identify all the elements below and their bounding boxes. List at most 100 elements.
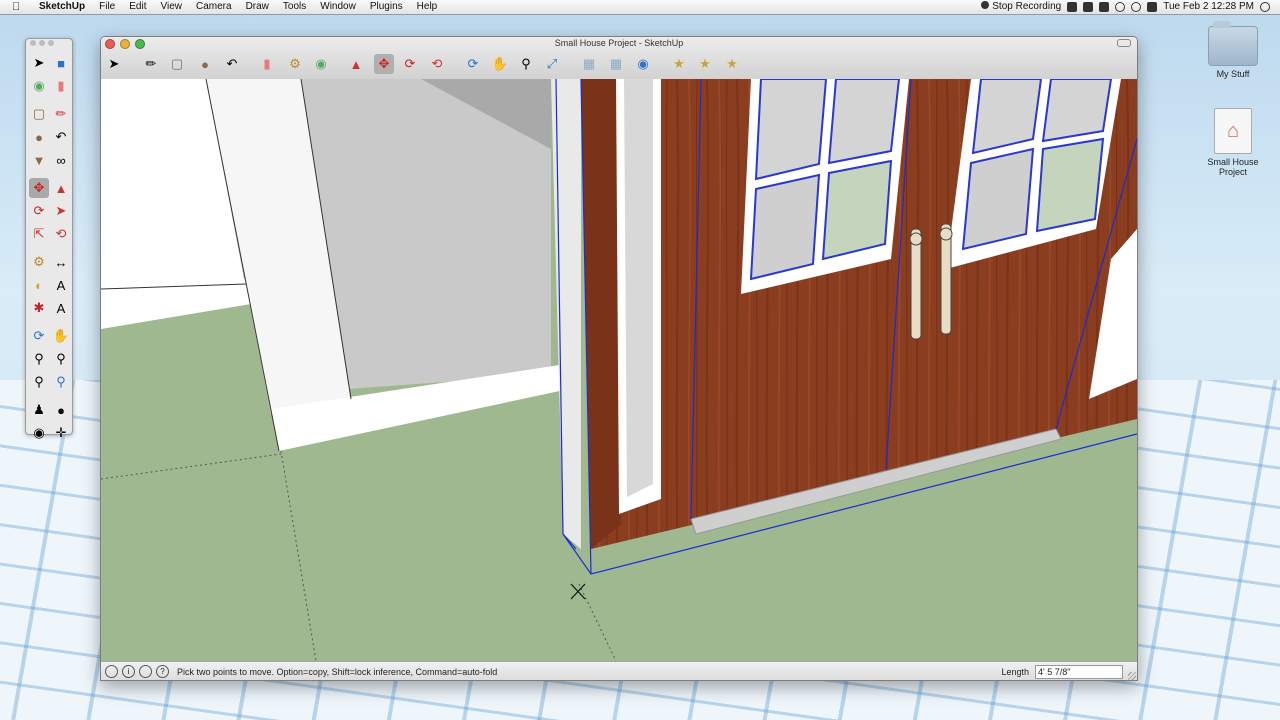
desktop-icon-label: Small House Project bbox=[1207, 157, 1259, 177]
sketchup-window: Small House Project - SketchUp ➤ ✏ ▢ ● ↶… bbox=[100, 36, 1138, 681]
top-view-icon[interactable]: ◉ bbox=[633, 54, 653, 74]
zoom-extents-icon[interactable]: ⤢ bbox=[542, 54, 562, 74]
menu-view[interactable]: View bbox=[153, 0, 189, 14]
tool-palette: ➤ ■ ◉ ▮ ▢ ✏ ● ↶ ▼ ∞ ✥ ▲ ⟳ ➤ ⇱ ⟲ ⚙ ↔ ◐ A … bbox=[25, 38, 73, 440]
push-pull-icon[interactable]: ▲ bbox=[346, 54, 366, 74]
zoom-icon[interactable]: ⚲ bbox=[516, 54, 536, 74]
menu-bar:  SketchUp File Edit View Camera Draw To… bbox=[0, 0, 1280, 15]
menu-file[interactable]: File bbox=[92, 0, 122, 14]
orbit-icon[interactable]: ⟳ bbox=[463, 54, 483, 74]
folder-icon bbox=[1208, 21, 1258, 66]
walk-tool-icon[interactable]: ● bbox=[51, 400, 71, 420]
3d-text-icon[interactable]: A bbox=[51, 298, 71, 318]
resize-grip[interactable] bbox=[1128, 672, 1136, 680]
sketchup-file-icon: ⌂ bbox=[1214, 108, 1252, 154]
stop-recording-item[interactable]: Stop Recording bbox=[981, 0, 1061, 14]
follow-me-tool-icon[interactable]: ➤ bbox=[51, 201, 71, 221]
status-bar: i ? Pick two points to move. Option=copy… bbox=[101, 661, 1137, 680]
menu-app[interactable]: SketchUp bbox=[32, 0, 92, 14]
menu-tools[interactable]: Tools bbox=[276, 0, 313, 14]
eject-icon[interactable] bbox=[1115, 2, 1126, 12]
axes-tool-icon[interactable]: ✱ bbox=[29, 298, 49, 318]
line-tool-icon[interactable]: ✏ bbox=[51, 104, 71, 124]
section-plane-icon[interactable]: ✛ bbox=[51, 423, 71, 443]
protractor-icon[interactable]: ◐ bbox=[29, 275, 49, 295]
select-icon[interactable]: ➤ bbox=[104, 54, 124, 74]
rectangle-tool-icon[interactable]: ▢ bbox=[29, 104, 49, 124]
tape-measure-icon[interactable]: ⚙ bbox=[285, 54, 305, 74]
menu-draw[interactable]: Draw bbox=[239, 0, 276, 14]
wifi-icon[interactable] bbox=[1131, 2, 1142, 12]
eraser-icon[interactable]: ▮ bbox=[257, 54, 277, 74]
front-view-icon[interactable]: ▦ bbox=[579, 54, 599, 74]
materials-icon[interactable]: ★ bbox=[695, 54, 715, 74]
offset-tool-icon[interactable]: ⟲ bbox=[51, 224, 71, 244]
zoom-tool-icon[interactable]: ⚲ bbox=[29, 349, 49, 369]
circle-tool-icon[interactable]: ● bbox=[29, 127, 49, 147]
push-pull-tool-icon[interactable]: ▲ bbox=[51, 178, 71, 198]
zoom-window-icon[interactable]: ⚲ bbox=[51, 349, 71, 369]
menu-help[interactable]: Help bbox=[410, 0, 445, 14]
iso-view-icon[interactable]: ▦ bbox=[606, 54, 626, 74]
polygon-tool-icon[interactable]: ▼ bbox=[29, 150, 49, 170]
measurements-label: Length bbox=[1001, 667, 1029, 677]
rotate-tool-icon[interactable]: ⟳ bbox=[29, 201, 49, 221]
orbit-tool-icon[interactable]: ⟳ bbox=[29, 326, 49, 346]
styles-icon[interactable]: ★ bbox=[722, 54, 742, 74]
spotlight-icon[interactable] bbox=[1260, 2, 1270, 12]
desktop-icon-label: My Stuff bbox=[1216, 69, 1250, 79]
volume-icon[interactable] bbox=[1099, 2, 1110, 12]
battery-icon[interactable] bbox=[1147, 2, 1158, 12]
previous-view-icon[interactable]: ⚲ bbox=[51, 372, 71, 392]
paint-bucket-icon[interactable]: ◉ bbox=[29, 76, 49, 96]
palette-header[interactable] bbox=[26, 39, 72, 51]
credits-icon[interactable]: i bbox=[122, 665, 135, 678]
pan-icon[interactable]: ✋ bbox=[490, 54, 510, 74]
arc-tool-icon[interactable]: ↶ bbox=[51, 127, 71, 147]
apple-icon[interactable]:  bbox=[12, 0, 24, 14]
look-around-icon[interactable]: ◉ bbox=[29, 423, 49, 443]
paint-bucket-icon[interactable]: ◉ bbox=[311, 54, 331, 74]
arc-icon[interactable]: ↶ bbox=[222, 54, 242, 74]
components-icon[interactable]: ★ bbox=[669, 54, 689, 74]
component-tool-icon[interactable]: ■ bbox=[51, 53, 71, 73]
menu-edit[interactable]: Edit bbox=[122, 0, 153, 14]
menubar-clock[interactable]: Tue Feb 2 12:28 PM bbox=[1163, 0, 1254, 14]
zoom-extents-icon[interactable]: ⚲ bbox=[29, 372, 49, 392]
select-tool-icon[interactable]: ➤ bbox=[29, 53, 49, 73]
pan-tool-icon[interactable]: ✋ bbox=[51, 326, 71, 346]
freehand-tool-icon[interactable]: ∞ bbox=[51, 150, 71, 170]
window-title: Small House Project - SketchUp bbox=[554, 38, 684, 48]
rotate-icon[interactable]: ⟳ bbox=[400, 54, 420, 74]
menu-camera[interactable]: Camera bbox=[189, 0, 239, 14]
position-camera-icon[interactable]: ♟ bbox=[29, 400, 49, 420]
text-tool-icon[interactable]: A bbox=[51, 275, 71, 295]
status-message: Pick two points to move. Option=copy, Sh… bbox=[177, 666, 498, 677]
line-icon[interactable]: ✏ bbox=[141, 54, 161, 74]
rectangle-icon[interactable]: ▢ bbox=[167, 54, 187, 74]
offset-icon[interactable]: ⟲ bbox=[427, 54, 447, 74]
geo-location-icon[interactable] bbox=[105, 665, 118, 678]
measurements-input[interactable]: 4' 5 7/8" bbox=[1035, 665, 1123, 679]
desktop-icon-my-stuff[interactable]: My Stuff bbox=[1198, 21, 1268, 79]
circle-icon[interactable]: ● bbox=[195, 54, 215, 74]
model-viewport[interactable] bbox=[101, 79, 1137, 661]
tape-measure-icon[interactable]: ⚙ bbox=[29, 252, 49, 272]
status-icon-2[interactable] bbox=[1083, 2, 1094, 12]
toolbar-toggle-button[interactable] bbox=[1117, 39, 1131, 47]
stop-recording-label: Stop Recording bbox=[992, 1, 1062, 12]
move-tool-icon[interactable]: ✥ bbox=[29, 178, 49, 198]
move-icon[interactable]: ✥ bbox=[374, 54, 394, 74]
help-icon[interactable]: ? bbox=[156, 665, 169, 678]
dimension-tool-icon[interactable]: ↔ bbox=[51, 252, 71, 272]
scale-tool-icon[interactable]: ⇱ bbox=[29, 224, 49, 244]
desktop-icon-small-house-project[interactable]: ⌂ Small House Project bbox=[1198, 108, 1268, 177]
menu-window[interactable]: Window bbox=[313, 0, 363, 14]
window-titlebar[interactable]: Small House Project - SketchUp ➤ ✏ ▢ ● ↶… bbox=[101, 37, 1137, 80]
record-icon bbox=[981, 1, 990, 9]
status-icon-1[interactable] bbox=[1067, 2, 1078, 12]
user-icon[interactable] bbox=[139, 665, 152, 678]
model-canvas bbox=[101, 79, 1137, 661]
menu-plugins[interactable]: Plugins bbox=[363, 0, 410, 14]
eraser-icon[interactable]: ▮ bbox=[51, 76, 71, 96]
